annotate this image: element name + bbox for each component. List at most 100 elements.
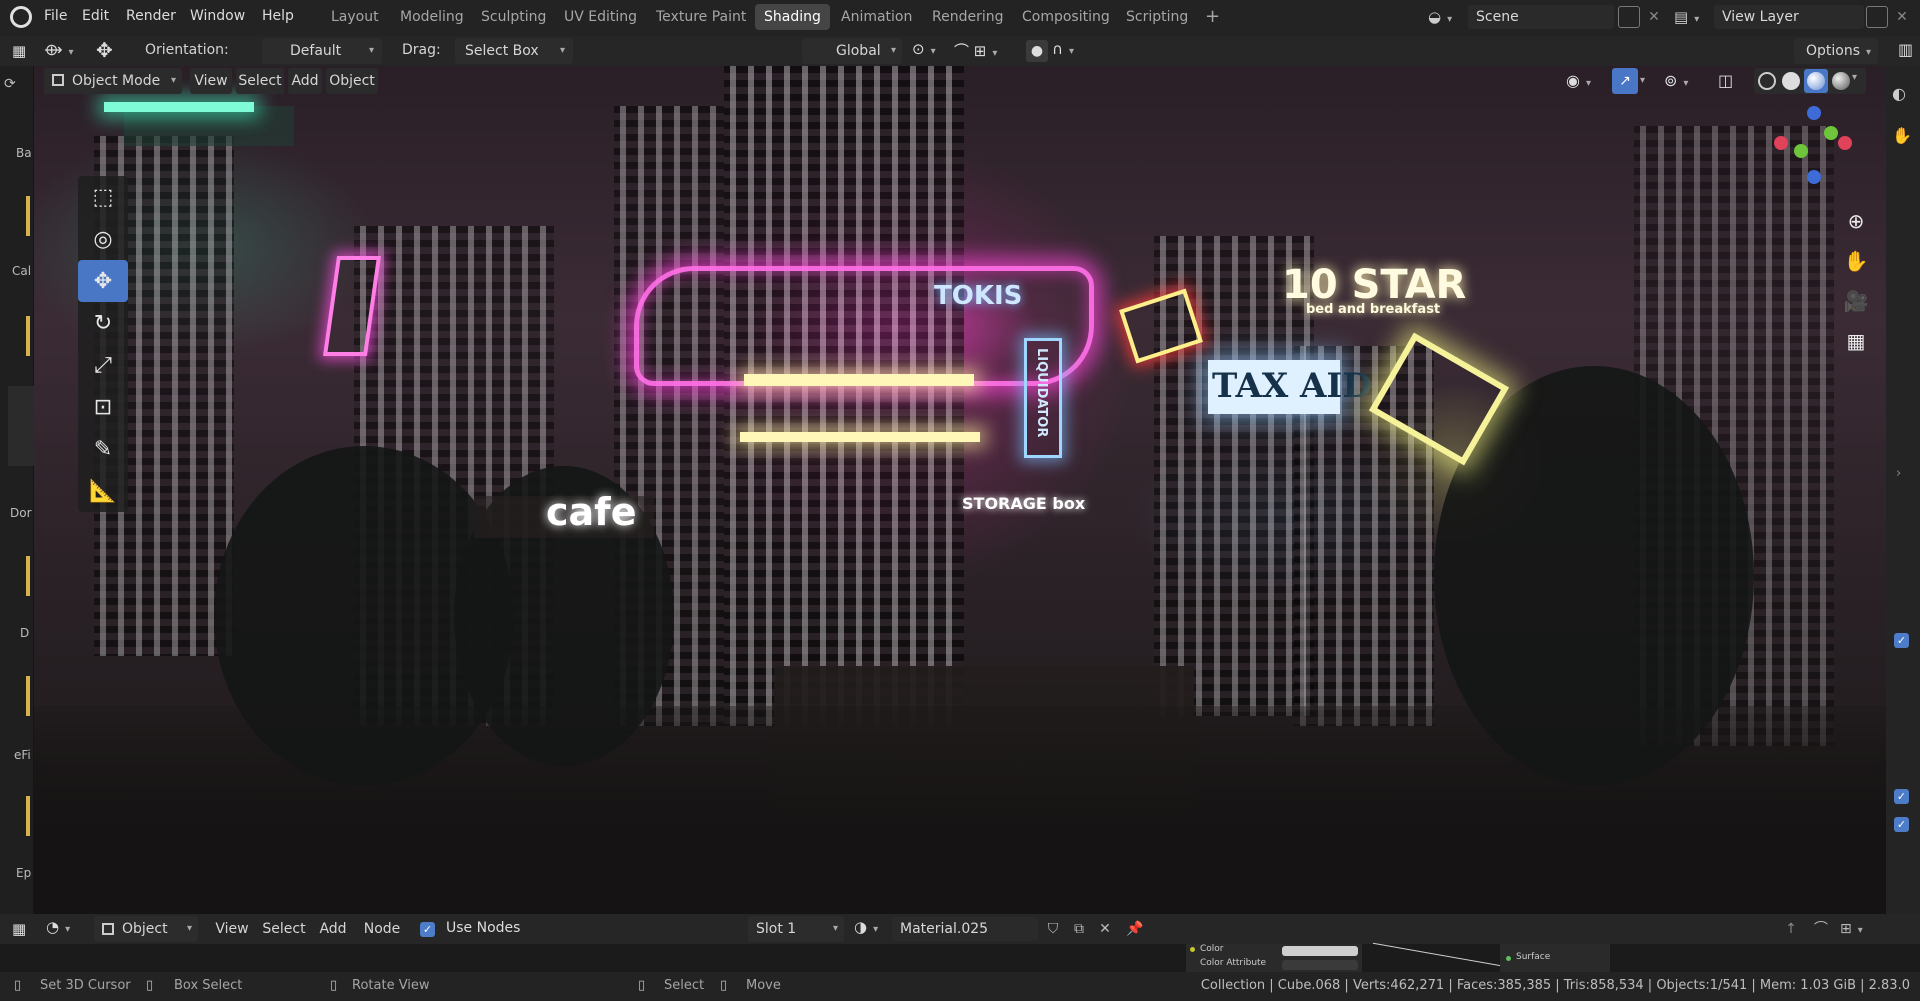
visibility-checkbox-1[interactable]: ✓ (1894, 632, 1909, 648)
transform-tool-icon[interactable]: ⊡ (78, 386, 128, 428)
gizmo-neg-y-axis-icon[interactable] (1794, 144, 1808, 158)
editor-type-icon[interactable]: ▦ (12, 42, 32, 60)
surface-socket-icon[interactable] (1506, 956, 1511, 961)
options-dropdown[interactable]: Options ▾ (1794, 38, 1878, 64)
snapping-icon[interactable]: ⌒ ⊞ ▾ (954, 40, 1024, 62)
gizmo-toggle-icon[interactable]: ↗ (1612, 68, 1638, 94)
material-name-field[interactable]: Material.025 (892, 917, 1038, 941)
color-attribute-field[interactable] (1282, 960, 1358, 970)
tab-rendering[interactable]: Rendering (923, 4, 1013, 30)
pan-hand-icon[interactable]: ✋ (1841, 246, 1871, 276)
unlink-material-icon[interactable]: ✕ (1094, 918, 1116, 940)
rotate-tool-icon[interactable]: ↻ (78, 302, 128, 344)
shader-object-dropdown[interactable]: Object ▾ (94, 916, 198, 942)
tab-sculpting[interactable]: Sculpting (472, 4, 555, 30)
sidebar-toggle-icon[interactable]: ▥ (1898, 40, 1920, 62)
viewport-menu-select[interactable]: Select (236, 68, 284, 94)
blender-logo-icon[interactable] (10, 6, 32, 28)
visibility-checkbox-3[interactable]: ✓ (1894, 816, 1909, 832)
wireframe-shading-icon[interactable] (1758, 72, 1776, 90)
shader-menu-add[interactable]: Add (316, 916, 350, 942)
zoom-icon[interactable]: ⊕ (1841, 206, 1871, 236)
color-attribute-node[interactable]: Color Color Attribute (1186, 944, 1362, 972)
material-output-node[interactable]: Surface (1500, 944, 1610, 972)
cursor-tool-icon[interactable]: ◎ (78, 218, 128, 260)
navigation-gizmo[interactable] (1774, 106, 1854, 186)
scale-tool-icon[interactable]: ⤢ (78, 344, 128, 386)
visibility-checkbox-2[interactable]: ✓ (1894, 788, 1909, 804)
gizmo-x-axis-icon[interactable] (1838, 136, 1852, 150)
scene-browse-icon[interactable]: ◒ ▾ (1428, 5, 1466, 29)
properties-pin-icon[interactable]: ◐ (1892, 84, 1906, 103)
add-workspace-button[interactable]: + (1196, 4, 1229, 30)
perspective-grid-icon[interactable]: ▦ (1841, 326, 1871, 356)
delete-scene-icon[interactable]: ✕ (1644, 6, 1664, 28)
annotate-tool-icon[interactable]: ✎ (78, 428, 128, 470)
viewport-menu-view[interactable]: View (190, 68, 232, 94)
overlays-icon[interactable]: ⊚ ▾ (1664, 68, 1704, 94)
duplicate-material-icon[interactable]: ⧉ (1068, 918, 1090, 940)
menu-edit[interactable]: Edit (72, 0, 119, 32)
tab-layout[interactable]: Layout (322, 4, 388, 30)
camera-view-icon[interactable]: 🎥 (1841, 286, 1871, 316)
slot-dropdown[interactable]: Slot 1 ▾ (748, 916, 844, 942)
shader-type-icon[interactable]: ◔ ▾ (46, 918, 86, 940)
drag-dropdown[interactable]: Select Box ▾ (455, 38, 573, 64)
refresh-icon[interactable]: ⟳ (4, 76, 16, 92)
gizmo-dropdown-icon[interactable]: ▾ (1640, 68, 1656, 94)
scene-name-field[interactable]: Scene (1468, 5, 1614, 29)
orientation-dropdown[interactable]: Default ▾ (262, 38, 382, 64)
tab-modeling[interactable]: Modeling (391, 4, 473, 30)
tab-compositing[interactable]: Compositing (1013, 4, 1119, 30)
snap-toggle-icon[interactable]: ⌒ (1810, 918, 1832, 940)
menu-file[interactable]: File (34, 0, 77, 32)
tab-animation[interactable]: Animation (832, 4, 921, 30)
use-nodes-checkbox[interactable]: ✓ (420, 921, 435, 937)
snap-element-icon[interactable]: ⊞ ▾ (1840, 918, 1880, 940)
view-layer-browse-icon[interactable]: ▤ ▾ (1674, 5, 1712, 29)
new-scene-icon[interactable] (1618, 6, 1640, 28)
shading-dropdown-icon[interactable]: ▾ (1852, 72, 1857, 83)
delete-view-layer-icon[interactable]: ✕ (1892, 6, 1912, 28)
color-swatch[interactable] (1282, 946, 1358, 956)
material-browse-icon[interactable]: ◑ ▾ (854, 918, 890, 940)
proportional-edit-icon[interactable]: ● (1026, 40, 1048, 62)
left-strip-tab[interactable] (8, 386, 34, 466)
falloff-icon[interactable]: ∩ ▾ (1052, 40, 1092, 62)
parent-node-tree-icon[interactable]: ↑ (1780, 918, 1802, 940)
gizmo-y-axis-icon[interactable] (1824, 126, 1838, 140)
mode-dropdown[interactable]: Object Mode ▾ (44, 68, 182, 94)
gizmo-z-axis-icon[interactable] (1807, 106, 1821, 120)
fake-user-shield-icon[interactable]: ⛉ (1042, 918, 1064, 940)
measure-tool-icon[interactable]: 📐 (78, 470, 128, 512)
solid-shading-icon[interactable] (1782, 72, 1800, 90)
tab-scripting[interactable]: Scripting (1117, 4, 1197, 30)
tab-uv-editing[interactable]: UV Editing (555, 4, 646, 30)
pivot-point-icon[interactable]: ⊙ ▾ (912, 40, 952, 62)
color-socket-icon[interactable] (1190, 947, 1195, 952)
shader-menu-view[interactable]: View (212, 916, 252, 942)
node-editor-area[interactable]: Color Color Attribute Surface (0, 942, 1920, 972)
move-tool-icon[interactable]: ✥ (78, 260, 128, 302)
new-view-layer-icon[interactable] (1866, 6, 1888, 28)
menu-help[interactable]: Help (252, 0, 304, 32)
editor-type-icon[interactable]: ▦ (12, 920, 26, 938)
pin-icon[interactable]: 📌 (1124, 918, 1146, 940)
menu-render[interactable]: Render (116, 0, 186, 32)
transform-pivot-icon[interactable]: ⟴ ▾ (44, 40, 84, 62)
viewport-menu-object[interactable]: Object (326, 68, 378, 94)
collapse-icon[interactable]: › (1896, 466, 1901, 481)
tab-texture-paint[interactable]: Texture Paint (647, 4, 755, 30)
rendered-shading-icon[interactable] (1832, 72, 1850, 90)
gizmo-neg-x-axis-icon[interactable] (1774, 136, 1788, 150)
viewport-menu-add[interactable]: Add (288, 68, 322, 94)
menu-window[interactable]: Window (180, 0, 255, 32)
hand-icon[interactable]: ✋ (1892, 126, 1912, 145)
xray-icon[interactable]: ◫ (1718, 68, 1744, 94)
tab-shading[interactable]: Shading (755, 4, 830, 30)
shader-menu-select[interactable]: Select (260, 916, 308, 942)
view-layer-name-field[interactable]: View Layer (1714, 5, 1864, 29)
select-box-tool-icon[interactable]: ⬚ (78, 176, 128, 218)
material-preview-shading-icon[interactable] (1804, 69, 1828, 93)
visibility-icon[interactable]: ◉ ▾ (1566, 68, 1606, 94)
